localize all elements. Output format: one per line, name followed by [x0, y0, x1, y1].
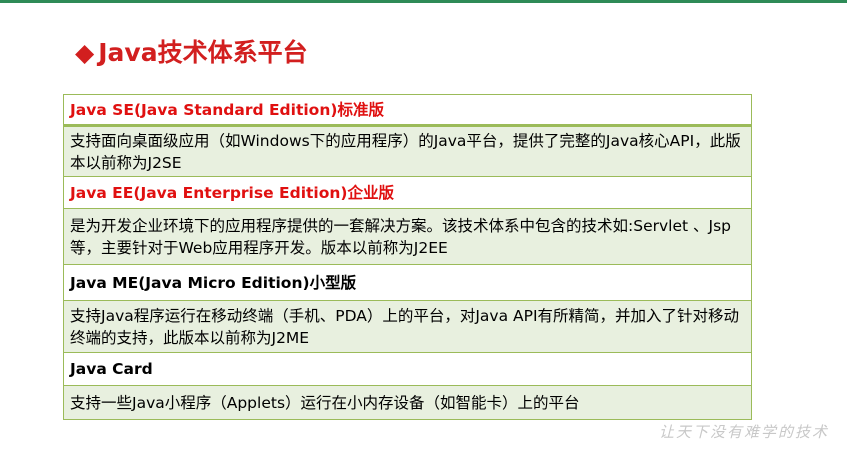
- ee-heading-text: Java EE(Java Enterprise Edition)企业版: [70, 183, 394, 202]
- watermark-text: 让天下没有难学的技术: [658, 423, 829, 441]
- se-heading-text: Java SE(Java Standard Edition)标准版: [70, 100, 384, 119]
- me-heading-text: Java ME(Java Micro Edition)小型版: [70, 273, 357, 292]
- table-row-se-heading: Java SE(Java Standard Edition)标准版: [64, 95, 751, 127]
- se-description-text: 支持面向桌面级应用（如Windows下的应用程序）的Java平台，提供了完整的J…: [70, 131, 741, 172]
- table-row-card-heading: Java Card: [64, 353, 751, 386]
- platform-table: Java SE(Java Standard Edition)标准版 支持面向桌面…: [63, 94, 752, 420]
- card-heading-text: Java Card: [70, 360, 153, 378]
- card-description-text: 支持一些Java小程序（Applets）运行在小内存设备（如智能卡）上的平台: [70, 393, 580, 412]
- table-row-ee-heading: Java EE(Java Enterprise Edition)企业版: [64, 177, 751, 209]
- table-row-me-heading: Java ME(Java Micro Edition)小型版: [64, 265, 751, 301]
- diamond-bullet-icon: ◆: [75, 38, 95, 67]
- me-description-text: 支持Java程序运行在移动终端（手机、PDA）上的平台，对Java API有所精…: [70, 306, 740, 347]
- table-row-se-description: 支持面向桌面级应用（如Windows下的应用程序）的Java平台，提供了完整的J…: [64, 127, 751, 177]
- ee-description-text: 是为开发企业环境下的应用程序提供的一套解决方案。该技术体系中包含的技术如:Ser…: [70, 216, 731, 257]
- top-rule: [0, 0, 847, 3]
- table-row-card-description: 支持一些Java小程序（Applets）运行在小内存设备（如智能卡）上的平台: [64, 386, 751, 419]
- table-row-ee-description: 是为开发企业环境下的应用程序提供的一套解决方案。该技术体系中包含的技术如:Ser…: [64, 209, 751, 265]
- slide-title-text: Java技术体系平台: [98, 38, 308, 67]
- slide-title: ◆ Java技术体系平台: [75, 36, 308, 70]
- table-row-me-description: 支持Java程序运行在移动终端（手机、PDA）上的平台，对Java API有所精…: [64, 301, 751, 353]
